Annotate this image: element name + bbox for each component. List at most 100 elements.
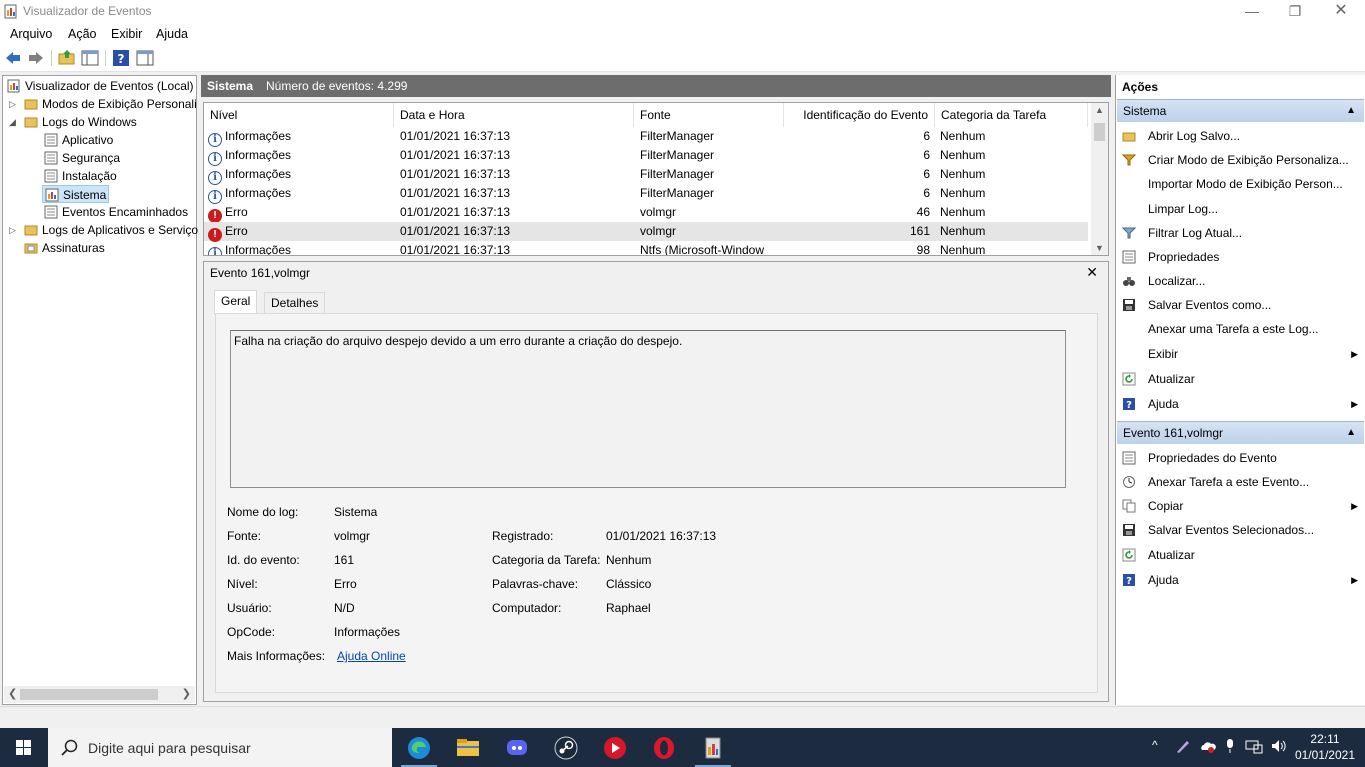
table-row[interactable]: i Informações 01/01/2021 16:37:13 FilterM… — [204, 184, 1088, 204]
discord-icon[interactable] — [504, 735, 530, 761]
show-hidden-icons-icon[interactable]: ^ — [1152, 738, 1158, 752]
tree-node-subscriptions[interactable]: Assinaturas — [24, 239, 105, 257]
show-hide-action-pane-icon[interactable] — [136, 49, 154, 67]
video-player-icon[interactable] — [602, 735, 628, 761]
file-explorer-icon[interactable] — [455, 735, 481, 761]
scroll-left-icon[interactable]: ❮ — [8, 687, 17, 700]
expand-arrow-icon[interactable]: ▷ — [9, 221, 19, 239]
system-clock[interactable]: 22:11 01/01/2021 — [1295, 731, 1355, 763]
column-date-time[interactable]: Data e Hora — [394, 103, 634, 127]
microphone-icon[interactable] — [1224, 738, 1236, 754]
action-attach-task-to-log[interactable]: Anexar uma Tarefa a este Log... — [1120, 319, 1364, 339]
tree-node-application[interactable]: Aplicativo — [44, 131, 113, 149]
tree-node-root[interactable]: Visualizador de Eventos (Local) — [7, 77, 194, 95]
help-icon[interactable]: ? — [112, 49, 130, 67]
table-row[interactable]: i Informações 01/01/2021 16:37:13 FilterM… — [204, 165, 1088, 185]
folder-up-icon[interactable] — [58, 49, 76, 67]
label-log-name: Nome do log: — [227, 505, 299, 519]
row-category: Nenhum — [940, 205, 986, 219]
action-create-custom-view[interactable]: Criar Modo de Exibição Personaliza... — [1120, 150, 1364, 170]
column-source[interactable]: Fonte — [634, 103, 784, 127]
tree-node-apps-services-logs[interactable]: Logs de Aplicativos e Serviço — [24, 221, 198, 239]
action-save-selected-events[interactable]: Salvar Eventos Selecionados... — [1120, 520, 1364, 540]
scroll-down-icon[interactable]: ▼ — [1095, 243, 1104, 253]
column-level[interactable]: Nível — [204, 103, 394, 127]
information-icon: i — [208, 133, 222, 147]
row-date: 01/01/2021 16:37:13 — [400, 243, 511, 256]
actions-group-event[interactable]: Evento 161,volmgr ▲ — [1117, 421, 1364, 444]
onedrive-icon[interactable] — [1199, 738, 1217, 754]
taskbar-search-box[interactable]: Digite aqui para pesquisar — [48, 728, 392, 767]
action-refresh-event[interactable]: Atualizar — [1120, 545, 1364, 565]
back-arrow-icon[interactable] — [4, 49, 22, 67]
tree-node-security[interactable]: Segurança — [44, 149, 120, 167]
table-row[interactable]: i Informações 01/01/2021 16:37:13 FilterM… — [204, 146, 1088, 166]
volume-icon[interactable] — [1270, 738, 1288, 754]
opera-browser-icon[interactable] — [651, 735, 677, 761]
action-copy[interactable]: Copiar ▶ — [1120, 496, 1364, 516]
steam-icon[interactable] — [553, 735, 579, 761]
value-opcode: Informações — [334, 625, 401, 639]
table-row[interactable]: i Informações 01/01/2021 16:37:13 FilterM… — [204, 127, 1088, 147]
action-attach-task-to-event[interactable]: Anexar Tarefa a este Evento... — [1120, 472, 1364, 492]
windows-start-icon[interactable] — [0, 728, 48, 767]
collapse-icon[interactable]: ▲ — [1346, 422, 1356, 444]
scroll-right-icon[interactable]: ❯ — [182, 687, 191, 700]
menu-arquivo[interactable]: Arquivo — [10, 27, 52, 41]
forward-arrow-icon[interactable] — [27, 49, 45, 67]
expand-arrow-icon[interactable]: ▷ — [9, 95, 19, 113]
tree-node-windows-logs[interactable]: Logs do Windows — [24, 113, 137, 131]
action-filter-current-log[interactable]: Filtrar Log Atual... — [1120, 223, 1364, 243]
action-find[interactable]: Localizar... — [1120, 271, 1364, 291]
action-clear-log[interactable]: Limpar Log... — [1120, 199, 1364, 219]
scroll-up-icon[interactable]: ▲ — [1095, 105, 1104, 115]
edge-browser-icon[interactable] — [406, 735, 432, 761]
table-row[interactable]: ! Erro 01/01/2021 16:37:13 volmgr 46 Nenh… — [204, 203, 1088, 223]
table-row-selected[interactable]: ! Erro 01/01/2021 16:37:13 volmgr 161 Nen… — [204, 222, 1088, 242]
action-view[interactable]: Exibir ▶ — [1120, 344, 1364, 364]
column-event-id[interactable]: Identificação do Evento — [784, 103, 935, 127]
event-description[interactable]: Falha na criação do arquivo despejo devi… — [230, 330, 1066, 488]
menu-exibir[interactable]: Exibir — [111, 27, 142, 41]
maximize-button[interactable]: ❐ — [1272, 0, 1318, 24]
menu-ajuda[interactable]: Ajuda — [156, 27, 188, 41]
online-help-link[interactable]: Ajuda Online — [337, 649, 406, 663]
show-hide-tree-icon[interactable] — [81, 49, 99, 67]
minimize-button[interactable]: — — [1229, 0, 1275, 24]
action-label: Ajuda — [1148, 573, 1179, 587]
tab-details[interactable]: Detalhes — [264, 292, 326, 314]
action-label: Propriedades — [1148, 250, 1220, 264]
action-refresh[interactable]: Atualizar — [1120, 369, 1364, 389]
collapse-icon[interactable]: ▲ — [1346, 100, 1356, 122]
scrollbar-thumb[interactable] — [1094, 123, 1105, 141]
tree-horizontal-scrollbar[interactable]: ❮ ❯ — [4, 686, 195, 703]
scrollbar-thumb[interactable] — [20, 689, 158, 700]
close-button[interactable]: ✕ — [1318, 0, 1364, 24]
close-detail-icon[interactable]: ✕ — [1086, 264, 1098, 281]
action-event-properties[interactable]: Propriedades do Evento — [1120, 448, 1364, 468]
action-properties[interactable]: Propriedades — [1120, 247, 1364, 267]
row-category: Nenhum — [940, 167, 986, 181]
tree-node-custom-views[interactable]: Modos de Exibição Personali — [24, 95, 197, 113]
tree-node-forwarded-events[interactable]: Eventos Encaminhados — [44, 203, 188, 221]
table-row[interactable]: i Informações 01/01/2021 16:37:13 Ntfs (M… — [204, 241, 1088, 256]
network-icon[interactable] — [1245, 738, 1263, 754]
actions-group-system[interactable]: Sistema ▲ — [1117, 99, 1364, 122]
collapse-arrow-icon[interactable]: ◢ — [9, 113, 19, 131]
action-import-custom-view[interactable]: Importar Modo de Exibição Person... — [1120, 174, 1364, 194]
column-task-category[interactable]: Categoria da Tarefa — [935, 103, 1088, 127]
tree-node-system[interactable]: Sistema — [42, 185, 110, 203]
tab-general[interactable]: Geral — [214, 290, 258, 314]
pen-workspace-icon[interactable] — [1175, 738, 1191, 754]
event-viewer-taskbar-icon[interactable] — [700, 735, 726, 761]
row-source: FilterManager — [640, 148, 715, 162]
action-help[interactable]: ? Ajuda ▶ — [1120, 394, 1364, 414]
action-open-saved-log[interactable]: Abrir Log Salvo... — [1120, 126, 1364, 146]
action-help-event[interactable]: ? Ajuda ▶ — [1120, 570, 1364, 590]
menu-acao[interactable]: Ação — [68, 27, 97, 41]
folder-open-icon — [24, 117, 38, 128]
action-save-events-as[interactable]: Salvar Eventos como... — [1120, 295, 1364, 315]
tree-system-label: Sistema — [63, 188, 107, 202]
event-list-vertical-scrollbar[interactable]: ▲ ▼ — [1091, 103, 1108, 255]
tree-node-setup[interactable]: Instalação — [44, 167, 117, 185]
